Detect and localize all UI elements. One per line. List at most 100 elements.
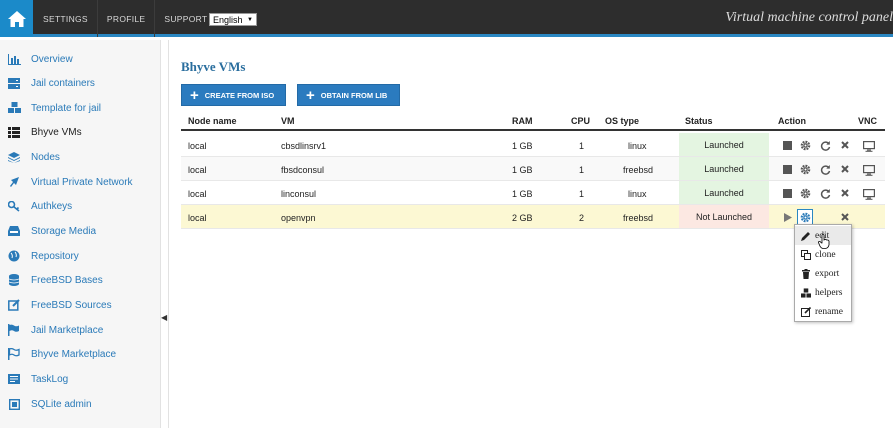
menu-label: clone [815, 249, 836, 260]
cell-vm: linconsul [281, 189, 317, 199]
gear-icon[interactable] [799, 187, 811, 199]
cell-cpu: 2 [579, 213, 585, 223]
sidebar-item-bhyve-marketplace[interactable]: Bhyve Marketplace [0, 342, 161, 366]
database-icon [7, 273, 21, 287]
cubes-icon [7, 101, 21, 115]
sidebar-item-vpn[interactable]: Virtual Private Network [0, 170, 161, 194]
stop-icon[interactable] [781, 139, 793, 151]
cubes-icon [801, 287, 811, 298]
page-title: Bhyve VMs [181, 59, 246, 74]
gear-icon[interactable] [799, 139, 811, 151]
sidebar-item-overview[interactable]: Overview [0, 47, 161, 71]
sqlite-icon [7, 397, 21, 411]
sidebar-item-label: Authkeys [31, 200, 73, 212]
cell-os: freebsd [623, 213, 654, 223]
stop-icon[interactable] [781, 163, 793, 175]
list-icon [7, 125, 21, 139]
table-row[interactable]: local cbsdlinsrv1 1 GB 1 linux Launched [181, 133, 885, 157]
pencil-icon [801, 231, 811, 241]
edit-icon [801, 306, 811, 317]
sidebar-item-freebsd-bases[interactable]: FreeBSD Bases [0, 268, 161, 292]
table-row[interactable]: local openvpn 2 GB 2 freebsd Not Launche… [181, 205, 885, 229]
divider [168, 40, 169, 428]
hand-cursor-icon [818, 234, 830, 249]
sidebar-item-label: FreeBSD Bases [31, 274, 103, 286]
cell-ram: 1 GB [512, 141, 533, 151]
remove-icon[interactable] [839, 163, 851, 175]
sidebar-item-label: FreeBSD Sources [31, 299, 112, 311]
sidebar-item-jail-containers[interactable]: Jail containers [0, 71, 161, 95]
nav-profile[interactable]: PROFILE [96, 0, 154, 37]
table-row[interactable]: local fbsdconsul 1 GB 1 freebsd Launched [181, 157, 885, 181]
play-icon[interactable] [781, 211, 793, 223]
key-icon [7, 199, 21, 213]
table-row[interactable]: local linconsul 1 GB 1 linux Launched [181, 181, 885, 205]
obtain-from-lib-button[interactable]: + OBTAIN FROM LIB [297, 84, 400, 106]
chevron-down-icon: ▼ [247, 16, 253, 23]
cell-node: local [188, 165, 207, 175]
button-label: CREATE FROM ISO [204, 90, 275, 100]
language-select[interactable]: English ▼ [209, 13, 257, 26]
server-icon [7, 76, 21, 90]
stop-icon[interactable] [781, 187, 793, 199]
sidebar-item-storage-media[interactable]: Storage Media [0, 219, 161, 243]
menu-item-rename[interactable]: rename [795, 302, 851, 321]
cell-ram: 1 GB [512, 189, 533, 199]
sidebar-item-label: Bhyve VMs [31, 126, 82, 138]
restart-icon[interactable] [819, 187, 831, 199]
col-ram: RAM [512, 116, 533, 126]
sidebar-item-tasklog[interactable]: TaskLog [0, 367, 161, 391]
copy-icon [801, 249, 811, 260]
panel-title: Virtual machine control panel [725, 10, 893, 25]
sidebar-item-jail-marketplace[interactable]: Jail Marketplace [0, 318, 161, 342]
sidebar-item-label: TaskLog [31, 373, 69, 385]
plane-icon [7, 175, 21, 189]
create-from-iso-button[interactable]: + CREATE FROM ISO [181, 84, 286, 106]
monitor-icon[interactable] [863, 139, 876, 152]
sidebar-item-label: Storage Media [31, 225, 97, 237]
restart-icon[interactable] [819, 139, 831, 151]
sidebar-item-label: Template for jail [31, 102, 102, 114]
stack-icon [7, 150, 21, 164]
restart-icon[interactable] [819, 163, 831, 175]
flag-icon [7, 323, 21, 337]
col-node-name: Node name [188, 116, 237, 126]
plus-icon: + [190, 86, 199, 104]
menu-item-helpers[interactable]: helpers [795, 283, 851, 302]
collapse-sidebar-icon[interactable]: ◀ [161, 313, 167, 322]
language-value: English [213, 14, 243, 25]
sidebar-item-freebsd-sources[interactable]: FreeBSD Sources [0, 293, 161, 317]
sidebar-item-repository[interactable]: Repository [0, 244, 161, 268]
button-label: OBTAIN FROM LIB [320, 90, 388, 100]
remove-icon[interactable] [839, 211, 851, 223]
top-nav: SETTINGS PROFILE SUPPORT [0, 0, 216, 37]
sidebar-item-nodes[interactable]: Nodes [0, 145, 161, 169]
col-vm: VM [281, 116, 295, 126]
nav-settings[interactable]: SETTINGS [34, 0, 97, 37]
bar-chart-icon [7, 52, 21, 66]
menu-label: export [815, 268, 840, 279]
sidebar-item-sqlite-admin[interactable]: SQLite admin [0, 392, 161, 416]
sidebar-item-label: Virtual Private Network [31, 176, 133, 188]
sidebar-item-template-for-jail[interactable]: Template for jail [0, 96, 161, 120]
monitor-icon[interactable] [863, 163, 876, 176]
plus-icon: + [306, 86, 315, 104]
cell-node: local [188, 213, 207, 223]
cell-cpu: 1 [579, 165, 585, 175]
cell-vm: fbsdconsul [281, 165, 325, 175]
sidebar-item-authkeys[interactable]: Authkeys [0, 194, 161, 218]
gear-icon[interactable] [799, 163, 811, 175]
remove-icon[interactable] [839, 139, 851, 151]
menu-item-export[interactable]: export [795, 264, 851, 283]
sidebar-item-label: Nodes [31, 151, 60, 163]
remove-icon[interactable] [839, 187, 851, 199]
col-cpu: CPU [571, 116, 591, 126]
sidebar-item-bhyve-vms[interactable]: Bhyve VMs [0, 120, 161, 144]
sidebar-item-label: Bhyve Marketplace [31, 348, 117, 360]
monitor-icon[interactable] [863, 187, 876, 200]
status-badge: Not Launched [679, 205, 769, 228]
nav-support[interactable]: SUPPORT [154, 0, 216, 37]
col-action: Action [778, 116, 806, 126]
gear-icon[interactable] [797, 209, 813, 225]
col-vnc: VNC [858, 116, 878, 126]
